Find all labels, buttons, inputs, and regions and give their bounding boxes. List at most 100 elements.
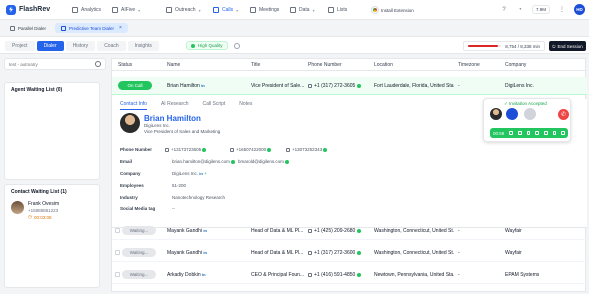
email-value[interactable]: brian.hamilton@digilens.com [172,159,236,164]
nav-lists[interactable]: Lists [328,7,347,13]
nav-meetings[interactable]: Meetings [250,7,279,13]
avatar [490,108,502,120]
row-checkbox[interactable] [115,250,120,255]
contact-location: Washington, Connecticut, United St... [374,228,454,234]
tab-dialer[interactable]: Dialer [36,41,64,51]
verified-icon [356,228,361,233]
chevron-down-icon: ▾ [198,7,201,13]
more-icon[interactable] [561,131,565,135]
mute-icon[interactable] [509,131,513,135]
contact-name: Frank Ovesim [28,201,60,207]
linkedin-icon[interactable]: in [201,83,205,88]
minutes-progress: 8,754 / 8,338 min [463,41,545,51]
table-row[interactable]: Waiting... Mayank Gandhi in Head of Data… [112,222,587,240]
verified-icon [356,272,361,277]
verified-icon [356,83,361,88]
nav-aifive[interactable]: AIFive ▾ [112,7,140,13]
field-email: Email brian.hamilton@digilens.com bmarol… [120,159,420,167]
tab-insights[interactable]: Insights [127,41,159,51]
company-value[interactable]: DigiLens Inc. in + [172,171,207,176]
linkedin-icon[interactable]: in [203,228,207,233]
close-icon[interactable]: × [119,25,122,31]
tab-notes[interactable]: Notes [239,101,252,110]
linkedin-icon[interactable]: in [203,250,207,255]
bell-icon[interactable]: ◔ [516,6,524,14]
contact-name[interactable]: Mayank Gandhi in [167,250,207,256]
phone-value[interactable]: +13173723605 [165,147,207,152]
col-name: Name [167,62,181,68]
search-box[interactable] [4,58,106,70]
profile-company: DigiLens Inc. [144,123,171,128]
keypad-icon[interactable] [517,131,522,135]
search-icon[interactable] [95,61,101,67]
linkedin-icon[interactable]: in [199,171,203,176]
nav-analytics[interactable]: Analytics [72,7,101,13]
tab-call-script[interactable]: Call Script [202,101,225,110]
settings-icon[interactable] [234,43,240,49]
tab-parallel-dialer[interactable]: Parallel Dialer [4,24,52,33]
active-call-widget: ✓ Invitation Accepted ✆ 00:59 [483,98,571,142]
tab-predictive-team-dialer[interactable]: Predictive Team Dialer × [55,23,128,33]
app-logo[interactable]: FlashRev [6,4,66,15]
tab-project[interactable]: Project [5,41,35,51]
refresh-icon[interactable] [552,131,557,135]
profile-role: Vice President of Sales and Marketing [144,129,221,134]
hold-icon[interactable] [526,131,531,135]
field-social: Social Media tag -- [120,206,175,211]
user-avatar[interactable]: HD [574,4,585,15]
tab-ai-research[interactable]: AI Research [161,101,189,110]
nav-data[interactable]: Data ▾ [290,7,315,13]
help-icon[interactable]: ? [500,6,508,14]
search-input[interactable] [9,61,79,67]
contact-name[interactable]: Arkadiy Dobkin in [167,272,206,278]
contact-timezone: - [458,83,460,89]
col-phone: Phone Number [308,62,342,68]
nav-calls[interactable]: Calls ▾ [213,7,238,13]
end-session-button[interactable]: ⏻ End Session [549,41,586,51]
contact-name[interactable]: Brian Hamilton in [167,83,205,89]
contact-title: Vice President of Sale... [251,83,305,89]
phone-icon [308,228,312,233]
grid-icon[interactable]: ⋮ [558,6,566,14]
nav-outreach[interactable]: Outreach ▾ [166,7,201,13]
contact-waiting-title: Contact Waiting List (1) [11,189,67,195]
verified-icon [323,147,328,152]
avatar [524,108,536,120]
tab-contact-info[interactable]: Contact Info [120,101,147,110]
table-row[interactable]: On Call Brian Hamilton in Vice President… [112,77,587,95]
contact-company: Wayfair [505,250,522,256]
mode-tabs: Project Dialer History Coach Insights [5,41,159,51]
tab-history[interactable]: History [65,41,96,51]
contact-name[interactable]: Mayank Gandhi in [167,228,207,234]
hang-up-button[interactable]: ✆ [558,109,569,120]
top-right-actions: ? ◔ 7.9M ⋮ HD [500,4,585,15]
phone-value[interactable]: +16507422000 [230,147,272,152]
contact-title: CEO & Principal Foun... [251,272,305,278]
tab-coach[interactable]: Coach [97,41,126,51]
transfer-icon[interactable] [535,131,539,135]
table-row[interactable]: Waiting... Arkadiy Dobkin in CEO & Princ… [112,266,587,284]
call-timer: 00:59 [493,130,505,136]
list-item[interactable]: Frank Ovesim +15888881223 ◷ 00:03:08 [5,199,99,222]
col-company: Company [505,62,527,68]
credits-badge[interactable]: 7.9M [531,5,550,14]
phone-value[interactable]: +13073252343 [286,147,328,152]
contact-location: Newtown, Pennsylvania, United Sta... [374,272,454,278]
app-name: FlashRev [19,6,51,13]
install-extension-link[interactable]: Install Extension [371,6,414,14]
clock-icon: ◷ [28,214,32,219]
col-timezone: Timezone [458,62,480,68]
row-checkbox[interactable] [115,228,120,233]
row-checkbox[interactable] [115,272,120,277]
email-value[interactable]: bmarold@digilens.com [238,159,290,164]
contact-timezone: - [458,250,460,256]
table-row[interactable]: Waiting... Mayank Gandhi in Head of Data… [112,244,587,262]
linkedin-icon[interactable]: in [202,272,206,277]
outreach-icon [166,7,172,13]
profile-name: Brian Hamilton [144,114,201,123]
agent-waiting-title: Agent Waiting List (0) [11,87,63,93]
call-controls: 00:59 [490,128,568,138]
record-icon[interactable] [543,131,548,135]
contacts-table: Status Name Title Phone Number Location … [111,58,587,292]
add-icon[interactable]: + [204,171,207,176]
